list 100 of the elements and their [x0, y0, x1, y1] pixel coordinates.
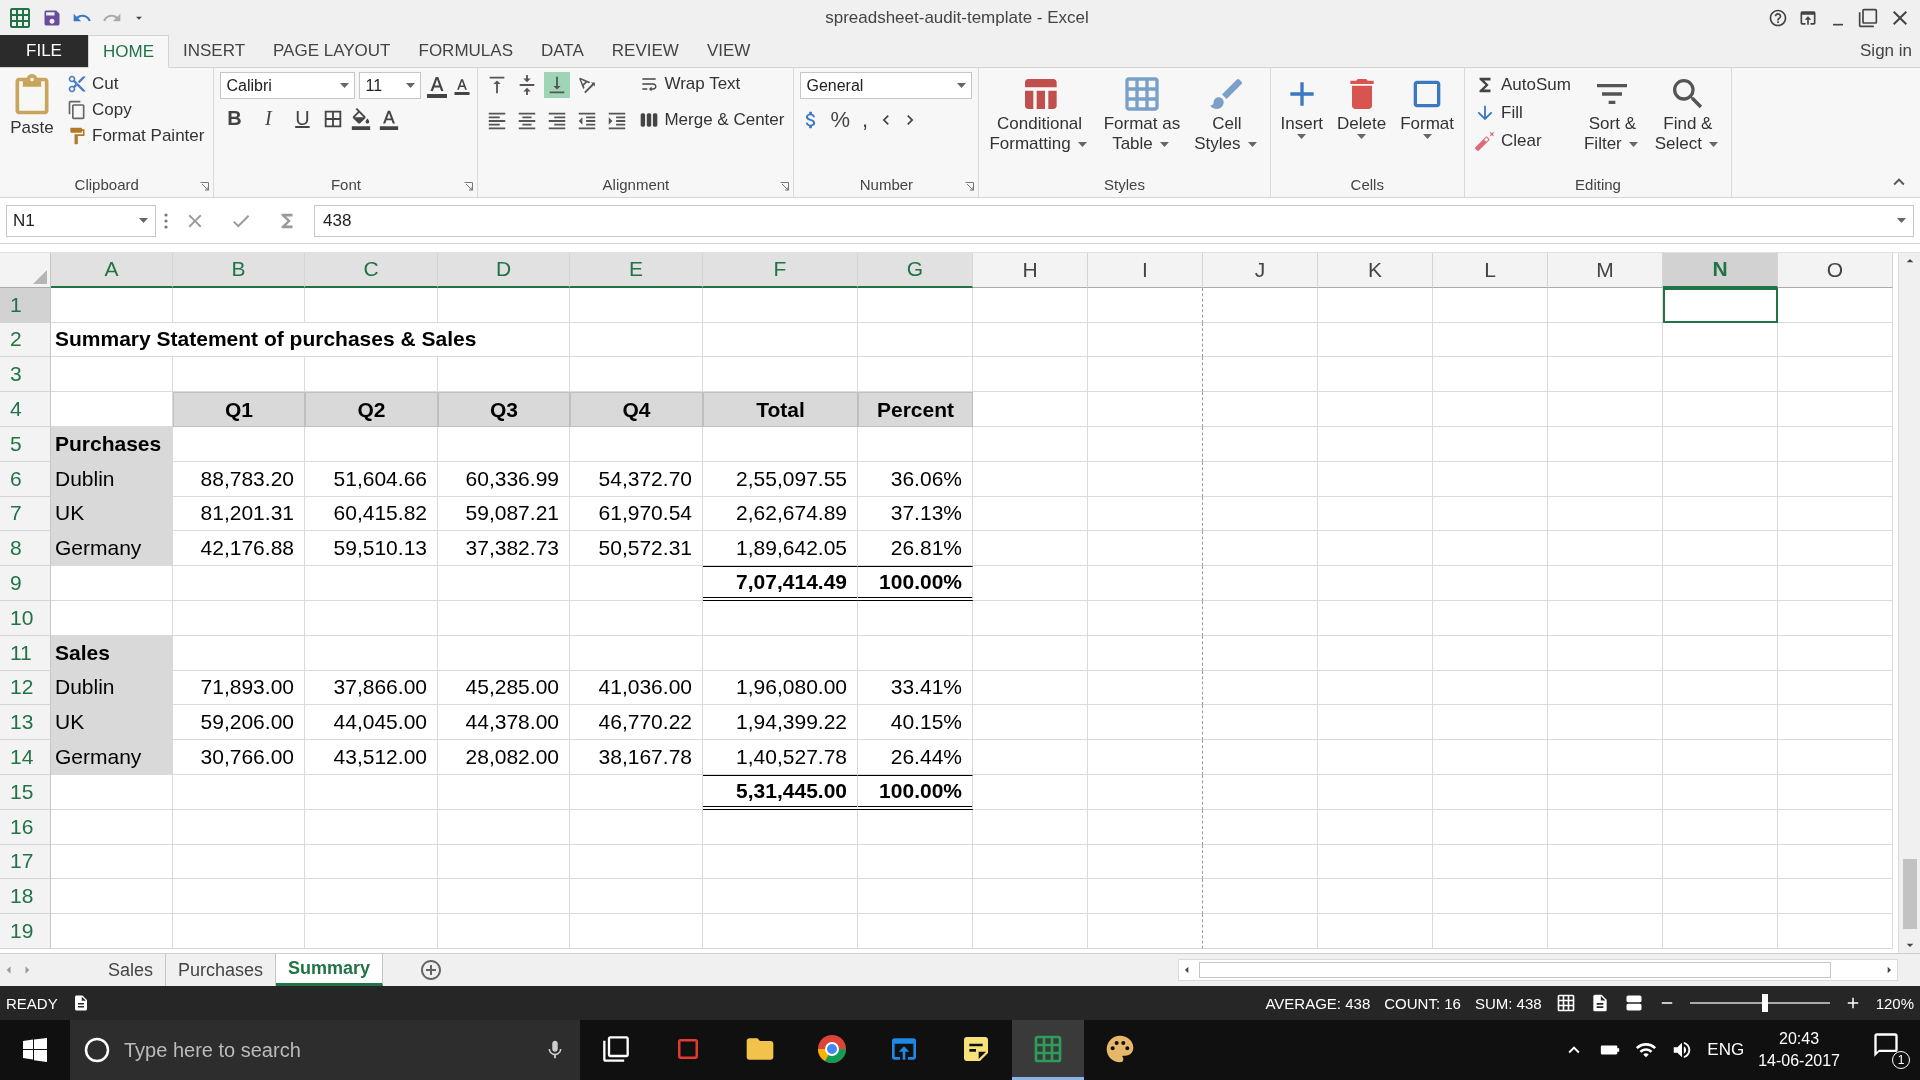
column-header[interactable]: M: [1548, 253, 1663, 288]
row-header[interactable]: 1: [0, 287, 51, 323]
column-header[interactable]: O: [1778, 253, 1893, 288]
help-icon[interactable]: [1768, 7, 1788, 28]
sheet-tab[interactable]: Summary: [276, 954, 384, 986]
table-cell: 37.13%: [858, 496, 973, 532]
format-as-table-button[interactable]: Format as Table: [1099, 72, 1185, 157]
column-header[interactable]: K: [1318, 253, 1433, 288]
row-header[interactable]: 7: [0, 496, 51, 532]
clock[interactable]: 20:43 14-06-2017: [1758, 1030, 1840, 1070]
conditional-formatting-button[interactable]: Conditional Formatting: [985, 72, 1094, 157]
column-header[interactable]: A: [51, 253, 173, 288]
zoom-thumb[interactable]: [1762, 994, 1769, 1012]
column-header[interactable]: D: [438, 253, 570, 288]
column-header[interactable]: I: [1088, 253, 1203, 288]
shrink-font-icon[interactable]: [453, 76, 472, 95]
normal-view-icon[interactable]: [1555, 993, 1576, 1013]
find-select-button[interactable]: Find & Select: [1650, 72, 1725, 157]
column-header[interactable]: F: [703, 253, 858, 288]
column-header[interactable]: J: [1203, 253, 1318, 288]
row-header[interactable]: 3: [0, 357, 51, 393]
column-header[interactable]: E: [570, 253, 703, 288]
row-header[interactable]: 2: [0, 322, 51, 358]
fill-button[interactable]: Fill: [1471, 100, 1574, 126]
ribbon-tab[interactable]: DATA: [527, 35, 598, 67]
taskbar-search-field[interactable]: Type here to search: [122, 1037, 532, 1063]
row-header[interactable]: 17: [0, 844, 51, 880]
column-header[interactable]: B: [173, 253, 305, 288]
row-header[interactable]: 9: [0, 566, 51, 601]
cell-styles-button[interactable]: Cell Styles: [1190, 72, 1264, 157]
wrap-text-button[interactable]: Wrap Text: [636, 72, 788, 96]
ribbon-tab[interactable]: PAGE LAYOUT: [259, 35, 405, 67]
paste-button[interactable]: Paste: [6, 72, 58, 141]
cut-button[interactable]: Cut: [64, 72, 208, 96]
restore-icon[interactable]: [1858, 7, 1878, 28]
page-break-icon[interactable]: [1623, 993, 1644, 1013]
column-header[interactable]: C: [305, 253, 438, 288]
bold-button[interactable]: B: [220, 107, 249, 130]
language-indicator[interactable]: ENG: [1707, 1040, 1745, 1060]
dropdown-arrow-icon: [957, 83, 967, 88]
row-header[interactable]: 19: [0, 914, 51, 949]
font-name-field[interactable]: Calibri: [220, 72, 356, 99]
ribbon-tab[interactable]: REVIEW: [597, 35, 693, 67]
formula-field[interactable]: 438: [314, 204, 1914, 237]
name-box[interactable]: N1: [6, 204, 156, 237]
row-header[interactable]: 13: [0, 705, 51, 741]
ribbon-tab[interactable]: VIEW: [692, 35, 765, 67]
table-cell: 45,285.00: [438, 670, 570, 706]
file-menu[interactable]: FILE: [0, 35, 88, 67]
align-bottom-icon[interactable]: [544, 72, 571, 98]
column-header[interactable]: H: [973, 253, 1088, 288]
comma-style-button[interactable]: ,: [858, 107, 873, 133]
sort-filter-button[interactable]: Sort & Filter: [1579, 72, 1645, 157]
font-size-field[interactable]: 11: [359, 72, 422, 99]
column-header[interactable]: L: [1433, 253, 1548, 288]
search-panel[interactable]: Type here to search: [70, 1020, 580, 1080]
number-format-field[interactable]: General: [800, 72, 973, 99]
ribbon-tab[interactable]: FORMULAS: [404, 35, 527, 67]
table-cell: 59,510.13: [305, 531, 438, 567]
row-header[interactable]: 6: [0, 461, 51, 497]
table-cell: 60,336.99: [438, 461, 570, 497]
fill-color-icon[interactable]: [350, 107, 373, 130]
active-cell[interactable]: [1663, 287, 1778, 323]
column-header[interactable]: G: [858, 253, 973, 288]
row-header[interactable]: 8: [0, 531, 51, 567]
dialog-launcher-icon[interactable]: [200, 182, 210, 191]
row-header[interactable]: 5: [0, 427, 51, 462]
sign-in-link[interactable]: Sign in: [1860, 41, 1920, 61]
row-header[interactable]: 16: [0, 809, 51, 845]
scrollbar-thumb[interactable]: [1902, 859, 1917, 929]
dialog-launcher-icon[interactable]: [780, 182, 790, 191]
row-header[interactable]: 14: [0, 740, 51, 775]
column-header[interactable]: N: [1663, 253, 1778, 288]
row-header[interactable]: 11: [0, 635, 51, 671]
row-header[interactable]: 18: [0, 879, 51, 915]
vertical-scrollbar[interactable]: [1898, 253, 1920, 953]
dropdown-arrow-icon: [1628, 142, 1638, 148]
dialog-launcher-icon[interactable]: [464, 182, 474, 191]
delete-button[interactable]: Delete: [1333, 72, 1391, 142]
add-sheet-icon[interactable]: [419, 958, 444, 982]
row-header[interactable]: 4: [0, 392, 51, 427]
row-header[interactable]: 12: [0, 670, 51, 706]
row-header[interactable]: 10: [0, 600, 51, 636]
clear-button[interactable]: Clear: [1471, 128, 1574, 154]
italic-button[interactable]: I: [254, 107, 283, 130]
row-header[interactable]: 15: [0, 774, 51, 810]
notifications-button[interactable]: 1: [1872, 1031, 1910, 1069]
insert-button[interactable]: Insert: [1276, 72, 1328, 142]
copy-button[interactable]: Copy: [64, 98, 208, 122]
dialog-launcher-icon[interactable]: [965, 182, 975, 191]
horizontal-scrollbar[interactable]: [1178, 959, 1898, 981]
format-painter-button[interactable]: Format Painter: [64, 124, 208, 148]
merge-cells-icon: [639, 110, 660, 130]
ribbon-tab[interactable]: HOME: [88, 35, 169, 68]
autosum-button[interactable]: AutoSum: [1471, 72, 1574, 98]
merge-center-button[interactable]: Merge & Center: [636, 108, 788, 132]
format-button[interactable]: Format: [1396, 72, 1459, 142]
percent-style-button[interactable]: %: [826, 107, 854, 133]
ribbon-tab[interactable]: INSERT: [169, 35, 260, 67]
underline-button[interactable]: U: [288, 107, 317, 130]
